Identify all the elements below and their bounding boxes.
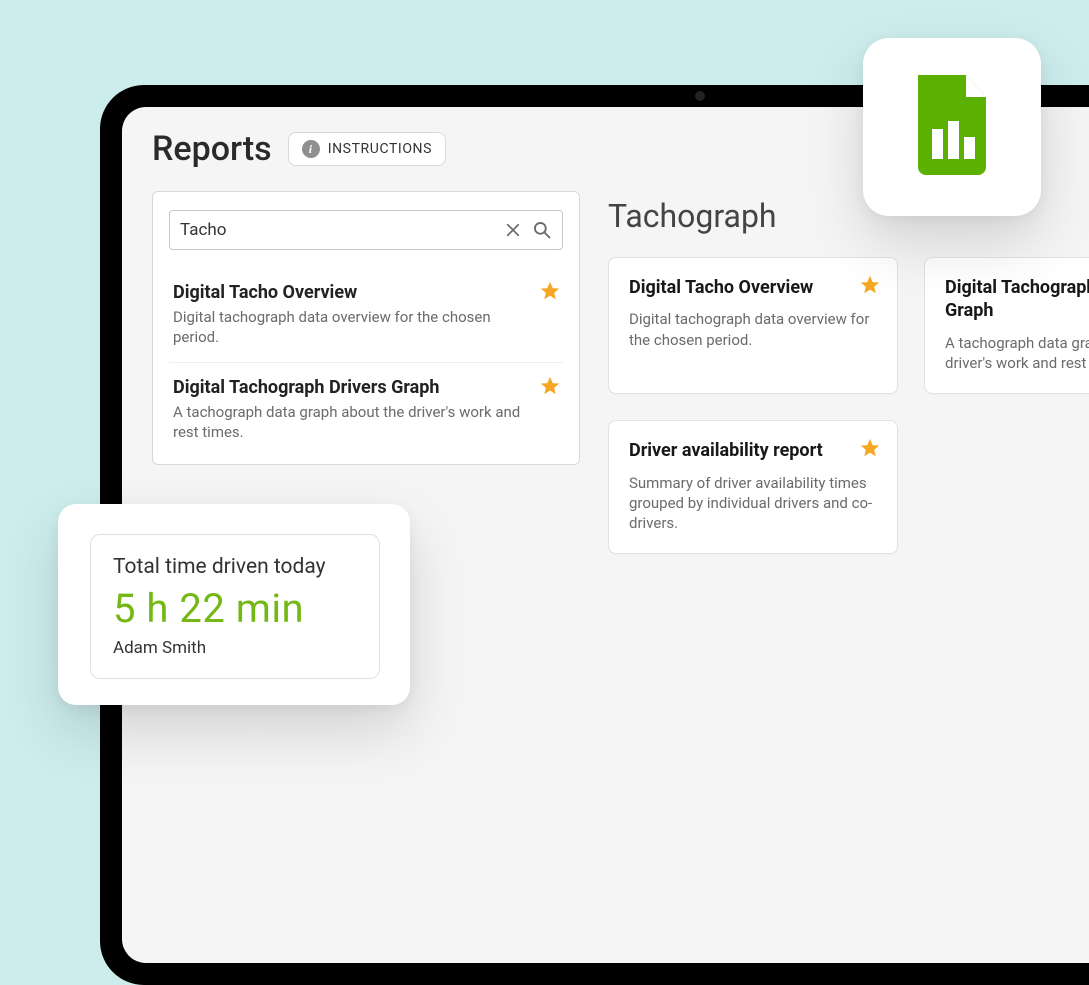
report-card-desc: Summary of driver availability times gro… <box>629 473 877 534</box>
star-icon[interactable] <box>539 375 561 401</box>
section-column: Tachograph Digital Tacho Overview Digita… <box>608 191 1089 554</box>
info-icon: i <box>302 140 320 158</box>
search-result-title: Digital Tachograph Drivers Graph <box>173 377 559 398</box>
search-result[interactable]: Digital Tacho Overview Digital tachograp… <box>169 268 563 363</box>
search-result[interactable]: Digital Tachograph Drivers Graph A tacho… <box>169 363 563 457</box>
report-card[interactable]: Digital Tacho Overview Digital tachograp… <box>608 257 898 394</box>
star-icon[interactable] <box>859 274 881 300</box>
stat-float-card: Total time driven today 5 h 22 min Adam … <box>58 504 410 705</box>
stat-card: Total time driven today 5 h 22 min Adam … <box>90 534 380 679</box>
star-icon[interactable] <box>539 280 561 306</box>
report-card[interactable]: Driver availability report Summary of dr… <box>608 420 898 554</box>
report-card[interactable]: Digital Tachograph Drivers Graph A tacho… <box>924 257 1089 394</box>
search-input[interactable] <box>180 220 504 240</box>
star-icon[interactable] <box>859 437 881 463</box>
search-result-desc: A tachograph data graph about the driver… <box>173 402 559 443</box>
search-result-title: Digital Tacho Overview <box>173 282 559 303</box>
instructions-label: INSTRUCTIONS <box>328 141 432 157</box>
search-icon[interactable] <box>532 220 552 240</box>
report-card-title: Digital Tachograph Drivers Graph <box>945 276 1089 323</box>
instructions-button[interactable]: i INSTRUCTIONS <box>288 132 446 166</box>
stat-driver: Adam Smith <box>113 638 357 658</box>
report-card-title: Digital Tacho Overview <box>629 276 877 299</box>
stat-label: Total time driven today <box>113 555 357 579</box>
search-result-desc: Digital tachograph data overview for the… <box>173 307 559 348</box>
card-grid: Digital Tacho Overview Digital tachograp… <box>608 257 1089 554</box>
report-card-title: Driver availability report <box>629 439 877 462</box>
file-chart-icon <box>908 75 996 179</box>
report-card-desc: A tachograph data graph about the driver… <box>945 333 1089 374</box>
page-title: Reports <box>152 129 272 169</box>
laptop-notch <box>630 85 770 107</box>
clear-icon[interactable] <box>504 221 522 239</box>
icon-float-card <box>863 38 1041 216</box>
search-box[interactable] <box>169 210 563 250</box>
report-card-desc: Digital tachograph data overview for the… <box>629 309 877 350</box>
stat-value: 5 h 22 min <box>113 585 357 632</box>
search-panel: Digital Tacho Overview Digital tachograp… <box>152 191 580 465</box>
